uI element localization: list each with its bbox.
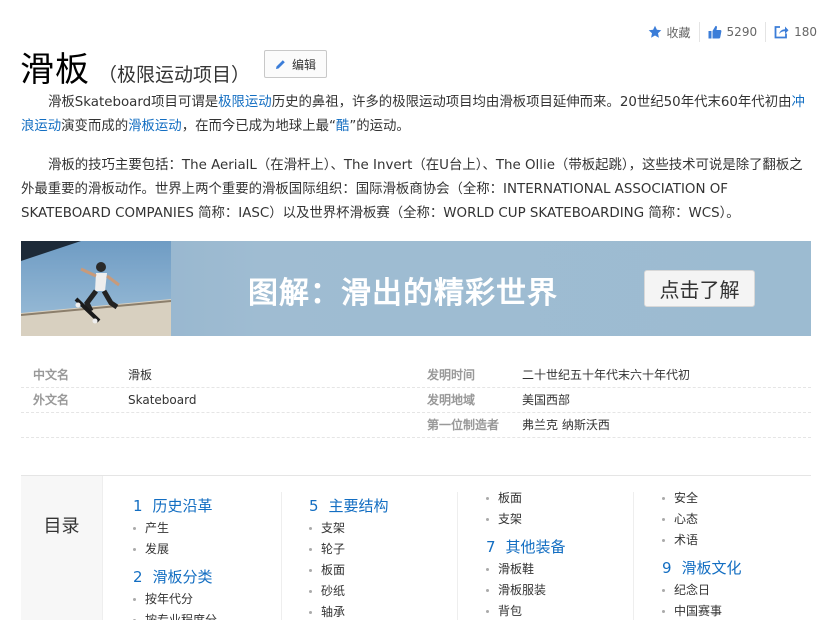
info-key: 第一位制造者 xyxy=(427,418,500,432)
page-subtitle: （极限运动项目） xyxy=(98,64,251,86)
toc-section-history[interactable]: 1 历史沿革 xyxy=(133,494,217,518)
toc-column-2: 5 主要结构 支架 轮子 板面 砂纸 轴承 xyxy=(309,494,389,620)
page-title: 滑板 xyxy=(20,50,90,90)
info-key: 发明地域 xyxy=(427,393,476,407)
like-button[interactable]: 5290 xyxy=(698,22,766,42)
pencil-icon xyxy=(275,59,285,69)
toc-item[interactable]: 产生 xyxy=(133,518,217,539)
toc-divider xyxy=(457,492,458,620)
toc-divider xyxy=(633,492,634,620)
toc-item[interactable]: 滑板鞋 xyxy=(486,559,566,580)
toc-item[interactable]: 支架 xyxy=(486,509,566,530)
toc-section-number: 9 xyxy=(662,559,672,577)
para1-text-2: 历史的鼻祖，许多的极限运动项目均由滑板项目延伸而来。20世纪50年代末60年代初… xyxy=(271,95,792,110)
toc-section-title: 滑板文化 xyxy=(681,559,742,577)
toc-label: 目录 xyxy=(21,476,103,620)
skateboarder-image xyxy=(21,241,171,336)
share-button[interactable]: 180 xyxy=(765,22,825,42)
info-key: 中文名 xyxy=(33,368,70,382)
share-icon xyxy=(774,26,789,39)
edit-label: 编辑 xyxy=(291,57,316,72)
toc-item[interactable]: 中国赛事 xyxy=(662,601,742,620)
share-count: 180 xyxy=(794,25,817,39)
info-value: 滑板 xyxy=(128,368,153,382)
info-row: 外文名 Skateboard 发明地域 美国西部 xyxy=(21,388,811,413)
toc-section-title: 滑板分类 xyxy=(152,568,213,586)
toc-section-title: 主要结构 xyxy=(328,497,389,515)
info-value: 弗兰克 纳斯沃西 xyxy=(522,418,610,432)
link-cool[interactable]: 酷 xyxy=(336,119,349,134)
toc-section-number: 5 xyxy=(309,497,319,515)
article-actions: 收藏 5290 180 xyxy=(640,22,825,42)
toc-column-3: 板面 支架 7 其他装备 滑板鞋 滑板服装 背包 xyxy=(486,488,566,620)
toc-divider xyxy=(281,492,282,620)
toc-item[interactable]: 心态 xyxy=(662,509,742,530)
toc-item[interactable]: 支架 xyxy=(309,518,389,539)
collect-button[interactable]: 收藏 xyxy=(640,22,699,42)
toc-section-culture[interactable]: 9 滑板文化 xyxy=(662,556,742,580)
toc-item[interactable]: 轮子 xyxy=(309,539,389,560)
toc-column-4: 安全 心态 术语 9 滑板文化 纪念日 中国赛事 xyxy=(662,488,742,620)
title-row: 滑板 （极限运动项目） xyxy=(20,42,250,91)
link-extreme-sports[interactable]: 极限运动 xyxy=(218,95,272,110)
basic-info-table: 中文名 滑板 发明时间 二十世纪五十年代末六十年代初 外文名 Skateboar… xyxy=(21,363,811,438)
toc-item[interactable]: 板面 xyxy=(486,488,566,509)
toc-item[interactable]: 纪念日 xyxy=(662,580,742,601)
para1-text-1: 滑板Skateboard项目可谓是 xyxy=(48,95,219,110)
toc-item[interactable]: 术语 xyxy=(662,530,742,551)
info-value: 二十世纪五十年代末六十年代初 xyxy=(522,368,691,382)
toc-item[interactable]: 背包 xyxy=(486,601,566,620)
toc-item[interactable]: 滑板服装 xyxy=(486,580,566,601)
toc-item[interactable]: 按专业程度分 xyxy=(133,610,217,620)
illustrated-banner[interactable]: 图解：滑出的精彩世界 点击了解 xyxy=(21,241,811,336)
info-value: Skateboard xyxy=(128,393,197,407)
info-row: 中文名 滑板 发明时间 二十世纪五十年代末六十年代初 xyxy=(21,363,811,388)
toc-section-title: 历史沿革 xyxy=(152,497,213,515)
toc-section-number: 1 xyxy=(133,497,143,515)
star-icon xyxy=(648,25,661,38)
info-key: 外文名 xyxy=(33,393,70,407)
intro-paragraph-1: 滑板Skateboard项目可谓是极限运动历史的鼻祖，许多的极限运动项目均由滑板… xyxy=(21,91,805,139)
para1-text-4: ，在而今已成为地球上最“ xyxy=(181,119,336,134)
toc-section-structure[interactable]: 5 主要结构 xyxy=(309,494,389,518)
link-skateboarding[interactable]: 滑板运动 xyxy=(128,119,182,134)
table-of-contents: 目录 1 历史沿革 产生 发展 2 滑板分类 按年代分 按专业程度分 5 主要结构 支… xyxy=(21,475,811,620)
toc-section-number: 2 xyxy=(133,568,143,586)
toc-item[interactable]: 发展 xyxy=(133,539,217,560)
intro-paragraph-2: 滑板的技巧主要包括：The AerialL（在滑杆上）、The Invert（在… xyxy=(21,158,803,221)
edit-button[interactable]: 编辑 xyxy=(264,50,327,78)
toc-section-equipment[interactable]: 7 其他装备 xyxy=(486,535,566,559)
learn-more-button[interactable]: 点击了解 xyxy=(644,270,755,307)
para1-text-5: ”的运动。 xyxy=(349,119,410,134)
toc-item[interactable]: 按年代分 xyxy=(133,589,217,610)
collect-label: 收藏 xyxy=(666,25,691,40)
toc-section-number: 7 xyxy=(486,538,496,556)
info-key: 发明时间 xyxy=(427,368,476,382)
toc-item[interactable]: 砂纸 xyxy=(309,581,389,602)
banner-title: 图解：滑出的精彩世界 xyxy=(248,276,558,311)
toc-item[interactable]: 安全 xyxy=(662,488,742,509)
toc-section-title: 其他装备 xyxy=(505,538,566,556)
toc-column-1: 1 历史沿革 产生 发展 2 滑板分类 按年代分 按专业程度分 xyxy=(133,494,217,620)
info-row: 第一位制造者 弗兰克 纳斯沃西 xyxy=(21,413,811,438)
like-count: 5290 xyxy=(726,25,758,39)
para1-text-3: 演变而成的 xyxy=(61,119,129,134)
info-value: 美国西部 xyxy=(522,393,571,407)
toc-section-classification[interactable]: 2 滑板分类 xyxy=(133,565,217,589)
toc-item[interactable]: 轴承 xyxy=(309,602,389,620)
thumbs-up-icon xyxy=(708,25,721,39)
toc-item[interactable]: 板面 xyxy=(309,560,389,581)
